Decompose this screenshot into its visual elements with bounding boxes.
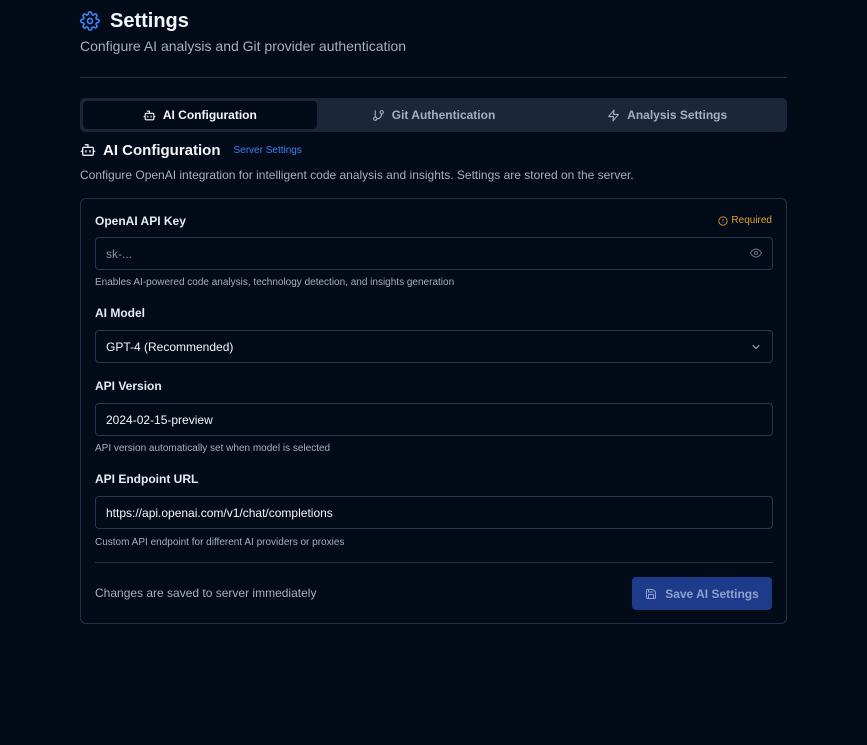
endpoint-help: Custom API endpoint for different AI pro… [95,537,345,548]
section-description: Configure OpenAI integration for intelli… [80,168,634,182]
alert-circle-icon [718,215,728,226]
lightning-icon [608,109,620,121]
card-divider [95,562,773,563]
tab-analysis-settings[interactable]: Analysis Settings [550,101,784,129]
server-settings-badge: Server Settings [233,144,302,156]
api-version-input[interactable] [95,403,773,436]
tab-label: Analysis Settings [627,108,728,122]
api-key-field-wrap [81,237,786,270]
title-row: Settings [80,8,189,34]
settings-tabs: AI Configuration Git Authentication Anal… [80,98,787,132]
api-key-help: Enables AI-powered code analysis, techno… [95,277,455,288]
save-button-label: Save AI Settings [665,586,759,601]
api-key-input[interactable] [95,237,773,270]
save-note: Changes are saved to server immediately [95,586,317,600]
section-title: AI Configuration [103,141,221,159]
tab-label: AI Configuration [162,108,257,122]
model-select[interactable]: GPT-4 (Recommended) [95,330,773,363]
model-label: AI Model [95,306,145,320]
model-selected-value: GPT-4 (Recommended) [106,339,234,354]
required-label: Required [731,215,772,226]
eye-icon[interactable] [750,247,762,259]
page-subtitle: Configure AI analysis and Git provider a… [80,38,407,54]
required-indicator: Required [718,215,772,226]
api-key-label: OpenAI API Key [95,214,186,228]
page-title: Settings [110,9,189,32]
settings-page: Settings Configure AI analysis and Git p… [80,0,787,624]
bot-icon [143,110,156,120]
endpoint-input[interactable] [95,496,773,529]
tab-label: Git Authentication [391,108,496,122]
gear-icon [80,11,100,31]
api-version-label: API Version [95,379,162,393]
tab-ai-configuration[interactable]: AI Configuration [83,101,317,129]
tab-git-authentication[interactable]: Git Authentication [317,101,551,129]
bot-icon [80,144,96,156]
save-icon [646,588,657,599]
ai-config-card: OpenAI API Key Required Enables AI-power… [80,198,787,624]
section-header: AI Configuration Server Settings [80,140,302,160]
api-version-help: API version automatically set when model… [95,443,331,454]
endpoint-label: API Endpoint URL [95,472,199,486]
chevron-down-icon [752,345,760,349]
page-header: Settings Configure AI analysis and Git p… [80,0,787,78]
save-ai-settings-button[interactable]: Save AI Settings [632,577,772,610]
git-branch-icon [372,109,384,121]
